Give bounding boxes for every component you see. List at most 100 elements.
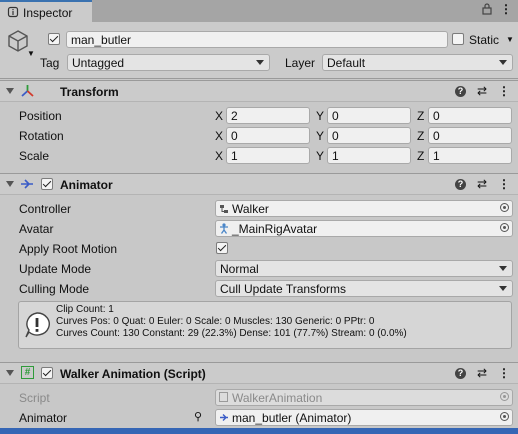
static-chevron-down-icon[interactable]: ▼ bbox=[506, 35, 514, 44]
avatar-label: Avatar bbox=[19, 222, 54, 236]
presets-icon[interactable]: ⇄ bbox=[477, 366, 487, 380]
animator-title: Animator bbox=[60, 178, 113, 192]
info-curves-pos: Curves Pos: 0 Quat: 0 Euler: 0 Scale: 0 … bbox=[56, 316, 375, 327]
context-menu-icon[interactable]: ⋮ bbox=[498, 85, 510, 97]
presets-icon[interactable]: ⇄ bbox=[477, 177, 487, 191]
rotation-y-field[interactable]: 0 bbox=[327, 127, 411, 144]
animator-enabled-checkbox[interactable] bbox=[41, 178, 53, 190]
axis-y-label[interactable]: Y bbox=[316, 129, 324, 143]
scale-y-field[interactable]: 1 bbox=[327, 147, 411, 164]
axis-z-label[interactable]: Z bbox=[417, 109, 424, 123]
scale-z-field[interactable]: 1 bbox=[428, 147, 512, 164]
script-label: Script bbox=[19, 391, 50, 405]
scale-x-field[interactable]: 1 bbox=[226, 147, 310, 164]
animator-ref-label: Animator bbox=[19, 411, 68, 425]
position-x-field[interactable]: 2 bbox=[226, 107, 310, 124]
help-icon[interactable]: ? bbox=[454, 367, 466, 379]
position-z-field[interactable]: 0 bbox=[428, 107, 512, 124]
info-icon bbox=[7, 6, 19, 18]
chevron-down-icon[interactable]: ▼ bbox=[27, 49, 35, 58]
tag-label: Tag bbox=[40, 56, 60, 70]
culling-mode-label: Culling Mode bbox=[19, 282, 90, 296]
update-mode-dropdown[interactable]: Normal bbox=[215, 260, 513, 277]
active-checkbox[interactable] bbox=[48, 33, 60, 45]
animator-icon bbox=[21, 179, 33, 189]
scale-label: Scale bbox=[19, 149, 50, 163]
gameobject-header: ▼ man_butler Static ▼ Tag Untagged Layer… bbox=[0, 22, 518, 79]
avatar-icon bbox=[220, 223, 228, 234]
static-label: Static bbox=[469, 33, 500, 47]
name-field[interactable]: man_butler bbox=[66, 31, 448, 48]
chevron-down-icon bbox=[499, 60, 507, 65]
object-picker-icon[interactable] bbox=[500, 412, 509, 421]
static-checkbox[interactable] bbox=[452, 33, 464, 45]
layer-value: Default bbox=[327, 56, 366, 70]
search-icon[interactable]: ⚲ bbox=[194, 410, 202, 423]
rotation-label: Rotation bbox=[19, 129, 64, 143]
transform-title: Transform bbox=[60, 85, 119, 99]
tab-bar: Inspector ⋮ bbox=[0, 0, 518, 22]
foldout-arrow-icon[interactable] bbox=[6, 181, 14, 187]
context-menu-icon[interactable]: ⋮ bbox=[498, 367, 510, 379]
tab-inspector[interactable]: Inspector bbox=[0, 0, 92, 22]
animator-icon bbox=[220, 414, 228, 421]
avatar-field[interactable]: _MainRigAvatar bbox=[215, 220, 513, 237]
tag-dropdown[interactable]: Untagged bbox=[67, 54, 270, 71]
animator-ref-value: man_butler (Animator) bbox=[232, 411, 352, 425]
info-icon bbox=[25, 312, 50, 338]
object-picker-icon bbox=[500, 392, 509, 401]
position-label: Position bbox=[19, 109, 62, 123]
help-icon[interactable]: ? bbox=[454, 178, 466, 190]
culling-mode-dropdown[interactable]: Cull Update Transforms bbox=[215, 280, 513, 297]
lock-icon[interactable] bbox=[482, 3, 492, 15]
script-icon: # bbox=[21, 366, 34, 379]
axis-z-label[interactable]: Z bbox=[417, 149, 424, 163]
axis-x-label[interactable]: X bbox=[215, 109, 223, 123]
more-options-icon[interactable]: ⋮ bbox=[500, 3, 512, 15]
chevron-down-icon bbox=[499, 266, 507, 271]
controller-value: Walker bbox=[232, 202, 269, 216]
context-menu-icon[interactable]: ⋮ bbox=[498, 178, 510, 190]
tag-value: Untagged bbox=[72, 56, 125, 70]
apply-root-motion-checkbox[interactable] bbox=[216, 242, 228, 254]
presets-icon[interactable]: ⇄ bbox=[477, 84, 487, 98]
info-clip-count: Clip Count: 1 bbox=[56, 304, 114, 315]
update-mode-label: Update Mode bbox=[19, 262, 92, 276]
foldout-arrow-icon[interactable] bbox=[6, 88, 14, 94]
tab-label: Inspector bbox=[23, 6, 73, 20]
axis-z-label[interactable]: Z bbox=[417, 129, 424, 143]
avatar-value: _MainRigAvatar bbox=[232, 222, 318, 236]
layer-label: Layer bbox=[285, 56, 316, 70]
object-picker-icon[interactable] bbox=[500, 203, 509, 212]
script-title: Walker Animation (Script) bbox=[60, 367, 206, 381]
animator-header[interactable]: Animator ? ⇄ ⋮ bbox=[0, 173, 518, 195]
animator-info-box: Clip Count: 1 Curves Pos: 0 Quat: 0 Eule… bbox=[18, 301, 512, 349]
help-icon[interactable]: ? bbox=[454, 85, 466, 97]
chevron-down-icon bbox=[256, 60, 264, 65]
info-curves-count: Curves Count: 130 Constant: 29 (22.3%) D… bbox=[56, 328, 407, 339]
controller-field[interactable]: Walker bbox=[215, 200, 513, 217]
script-field: WalkerAnimation bbox=[215, 389, 513, 406]
animator-ref-field[interactable]: man_butler (Animator) bbox=[215, 409, 513, 426]
script-enabled-checkbox[interactable] bbox=[41, 367, 53, 379]
bottom-accent-bar bbox=[0, 428, 518, 434]
axis-x-label[interactable]: X bbox=[215, 129, 223, 143]
object-picker-icon[interactable] bbox=[500, 223, 509, 232]
script-file-icon bbox=[219, 392, 228, 402]
update-mode-value: Normal bbox=[220, 262, 259, 276]
position-y-field[interactable]: 0 bbox=[327, 107, 411, 124]
layer-dropdown[interactable]: Default bbox=[322, 54, 513, 71]
rotation-z-field[interactable]: 0 bbox=[428, 127, 512, 144]
script-value: WalkerAnimation bbox=[232, 391, 323, 405]
axis-x-label[interactable]: X bbox=[215, 149, 223, 163]
transform-icon bbox=[21, 85, 34, 97]
transform-header[interactable]: Transform ? ⇄ ⋮ bbox=[0, 80, 518, 102]
apply-root-motion-label: Apply Root Motion bbox=[19, 242, 118, 256]
rotation-x-field[interactable]: 0 bbox=[226, 127, 310, 144]
axis-y-label[interactable]: Y bbox=[316, 109, 324, 123]
chevron-down-icon bbox=[499, 286, 507, 291]
controller-label: Controller bbox=[19, 202, 72, 216]
foldout-arrow-icon[interactable] bbox=[6, 370, 14, 376]
script-header[interactable]: # Walker Animation (Script) ? ⇄ ⋮ bbox=[0, 362, 518, 384]
axis-y-label[interactable]: Y bbox=[316, 149, 324, 163]
